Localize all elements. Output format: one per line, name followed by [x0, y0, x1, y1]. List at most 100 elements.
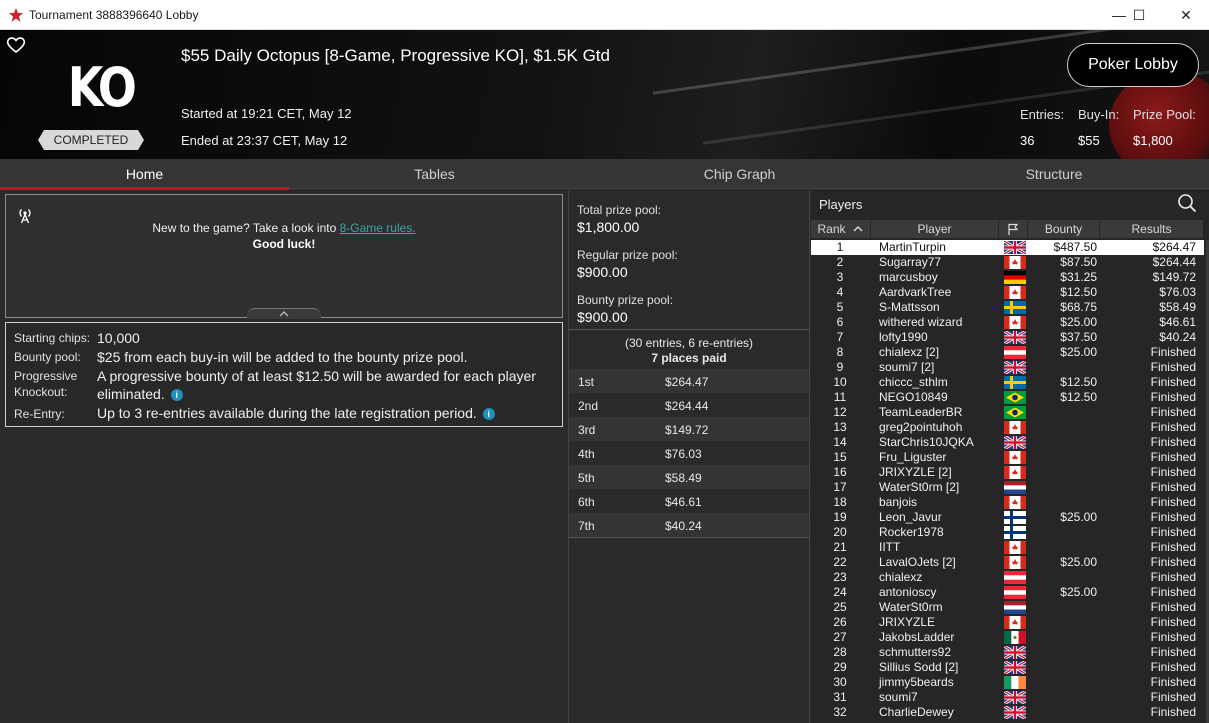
bounty-column-header[interactable]: Bounty: [1028, 220, 1100, 238]
reentry-value: Up to 3 re-entries available during the …: [97, 405, 477, 421]
player-row[interactable]: 9 soumi7 [2] Finished: [811, 359, 1204, 376]
payout-row: 6th $46.61: [569, 489, 809, 513]
player-row[interactable]: 29 Sillius Sodd [2] Finished: [811, 659, 1204, 676]
player-row[interactable]: 10 chiccc_sthlm $12.50 Finished: [811, 375, 1204, 390]
good-luck-text: Good luck!: [252, 237, 316, 251]
player-column-header[interactable]: Player: [871, 220, 999, 238]
player-result: $264.44: [1152, 255, 1196, 269]
tournament-name: $55 Daily Octopus [8-Game, Progressive K…: [181, 46, 610, 65]
player-row[interactable]: 14 StarChris10JQKA Finished: [811, 434, 1204, 451]
pko-line-2: eliminated.: [97, 386, 165, 402]
player-row[interactable]: 26 JRIXYZLE Finished: [811, 615, 1204, 630]
chevron-up-icon: [279, 311, 289, 317]
player-row[interactable]: 24 antonioscy $25.00 Finished: [811, 585, 1204, 600]
flag-icon: [1008, 223, 1019, 235]
player-row[interactable]: 13 greg2pointuhoh Finished: [811, 420, 1204, 435]
tab-home[interactable]: Home: [0, 159, 289, 190]
player-row[interactable]: 2 Sugarray77 $87.50 $264.44: [811, 255, 1204, 270]
search-icon[interactable]: [1177, 193, 1197, 218]
tab-bar: Home Tables Chip Graph Structure: [0, 159, 1209, 190]
player-row[interactable]: 31 soumi7 Finished: [811, 689, 1204, 706]
pko-info-icon[interactable]: i: [170, 389, 183, 402]
player-row[interactable]: 19 Leon_Javur $25.00 Finished: [811, 510, 1204, 525]
regular-prize-value: $900.00: [577, 264, 628, 280]
payout-place: 4th: [578, 447, 595, 461]
player-result: Finished: [1150, 480, 1196, 494]
player-result: Finished: [1150, 495, 1196, 509]
bounty-pool-label: Bounty pool:: [14, 350, 81, 364]
rank-column-header[interactable]: Rank: [811, 220, 871, 238]
player-result: Finished: [1150, 450, 1196, 464]
player-row[interactable]: 18 banjois Finished: [811, 495, 1204, 510]
tournament-header: KO COMPLETED $55 Daily Octopus [8-Game, …: [0, 30, 1209, 159]
player-result: Finished: [1150, 675, 1196, 689]
results-column-header[interactable]: Results: [1100, 220, 1204, 238]
player-row[interactable]: 20 Rocker1978 Finished: [811, 525, 1204, 540]
player-result: Finished: [1150, 405, 1196, 419]
prize-pool-value: $1,800: [1133, 133, 1173, 148]
player-row[interactable]: 3 marcusboy $31.25 $149.72: [811, 270, 1204, 285]
collapse-button[interactable]: [247, 308, 321, 319]
player-row[interactable]: 27 JakobsLadder Finished: [811, 630, 1204, 645]
starting-chips-label: Starting chips:: [14, 331, 91, 345]
reentry-info-icon[interactable]: i: [482, 408, 495, 421]
player-row[interactable]: 8 chialexz [2] $25.00 Finished: [811, 345, 1204, 360]
player-row[interactable]: 12 TeamLeaderBR Finished: [811, 405, 1204, 420]
player-row[interactable]: 23 chialexz Finished: [811, 570, 1204, 585]
payout-row: 1st $264.47: [569, 369, 809, 393]
payout-place: 6th: [578, 495, 595, 509]
poker-lobby-button[interactable]: Poker Lobby: [1067, 43, 1199, 87]
player-result: Finished: [1150, 705, 1196, 719]
player-row[interactable]: 16 JRIXYZLE [2] Finished: [811, 465, 1204, 480]
player-row[interactable]: 32 CharlieDewey Finished: [811, 704, 1204, 721]
started-time: Started at 19:21 CET, May 12: [181, 106, 352, 121]
maximize-icon: ☐: [1132, 6, 1146, 23]
pko-description: A progressive bounty of at least $12.50 …: [97, 367, 536, 403]
player-row[interactable]: 5 S-Mattsson $68.75 $58.49: [811, 300, 1204, 315]
player-row[interactable]: 15 Fru_Liguster Finished: [811, 450, 1204, 465]
player-result: Finished: [1150, 525, 1196, 539]
player-row[interactable]: 4 AardvarkTree $12.50 $76.03: [811, 285, 1204, 300]
tab-chip-graph[interactable]: Chip Graph: [580, 159, 899, 189]
bounty-prize-label: Bounty prize pool:: [577, 293, 674, 307]
pko-label-1: Progressive: [14, 369, 78, 383]
payout-row: 7th $40.24: [569, 513, 809, 537]
player-result: $76.03: [1159, 285, 1196, 299]
player-row[interactable]: 30 jimmy5beards Finished: [811, 675, 1204, 690]
player-result: Finished: [1150, 600, 1196, 614]
maximize-button[interactable]: ☐: [1116, 0, 1162, 30]
players-list: 1 MartinTurpin $487.50 $264.47 2 Sugarray77 $8…: [811, 239, 1204, 721]
payout-amount: $264.44: [665, 399, 709, 413]
tab-structure[interactable]: Structure: [899, 159, 1209, 189]
player-row[interactable]: 25 WaterSt0rm Finished: [811, 600, 1204, 615]
player-result: Finished: [1150, 660, 1196, 674]
total-prize-label: Total prize pool:: [577, 203, 662, 217]
status-badge: COMPLETED: [38, 130, 144, 150]
pko-line-1: A progressive bounty of at least $12.50 …: [97, 368, 536, 384]
players-title: Players: [819, 197, 863, 212]
player-row[interactable]: 28 schmutters92 Finished: [811, 644, 1204, 661]
rank-header-label: Rank: [817, 222, 846, 236]
payout-amount: $76.03: [665, 447, 702, 461]
player-row[interactable]: 22 LavalOJets [2] $25.00 Finished: [811, 555, 1204, 570]
player-row[interactable]: 6 withered wizard $25.00 $46.61: [811, 315, 1204, 330]
favorite-heart-icon[interactable]: [6, 36, 26, 59]
places-paid: 7 places paid: [651, 351, 727, 365]
player-row[interactable]: 11 NEGO10849 $12.50 Finished: [811, 390, 1204, 405]
payout-row: 5th $58.49: [569, 465, 809, 489]
player-row[interactable]: 17 WaterSt0rm [2] Finished: [811, 480, 1204, 495]
bounty-prize-value: $900.00: [577, 309, 628, 325]
payout-row: 4th $76.03: [569, 441, 809, 465]
close-button[interactable]: ✕: [1163, 0, 1209, 30]
payout-amount: $40.24: [665, 519, 702, 533]
payout-row: 3rd $149.72: [569, 417, 809, 441]
rules-link[interactable]: 8-Game rules.: [340, 221, 416, 235]
flag-column-header[interactable]: [999, 220, 1028, 238]
player-row[interactable]: 21 IITT Finished: [811, 540, 1204, 555]
tab-tables[interactable]: Tables: [289, 159, 580, 189]
player-result: Finished: [1150, 420, 1196, 434]
player-row[interactable]: 7 lofty1990 $37.50 $40.24: [811, 329, 1204, 346]
entries-value: 36: [1020, 133, 1035, 148]
player-row[interactable]: 1 MartinTurpin $487.50 $264.47: [811, 239, 1204, 256]
payout-amount: $149.72: [665, 423, 709, 437]
